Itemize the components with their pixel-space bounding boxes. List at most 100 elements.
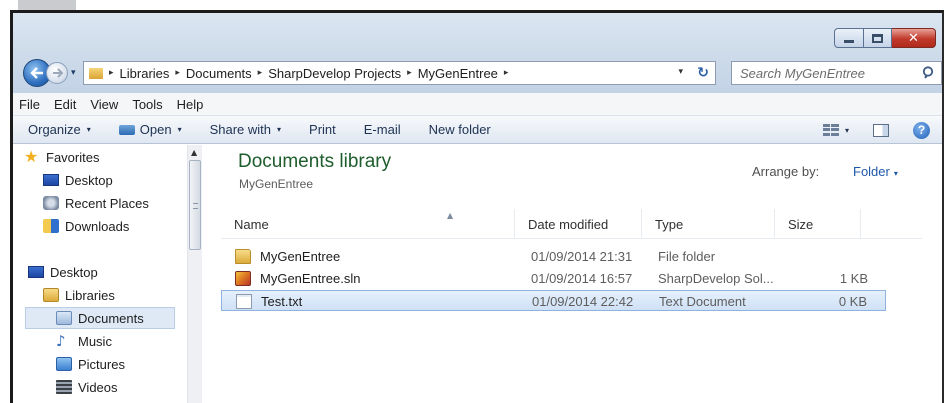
menu-help[interactable]: Help [170, 97, 211, 112]
file-row-selected[interactable]: Test.txt 01/09/2014 22:42 Text Document … [221, 290, 886, 311]
file-date: 01/09/2014 16:57 [531, 271, 633, 286]
desktop-icon [28, 266, 44, 278]
file-type: File folder [658, 249, 716, 264]
breadcrumb-separator[interactable]: ▸ [504, 68, 509, 78]
nav-item-libraries[interactable]: Libraries [43, 284, 115, 306]
folder-icon [235, 249, 251, 264]
maximize-button[interactable] [864, 28, 892, 48]
nav-item-desktop-favorite[interactable]: Desktop [43, 169, 113, 191]
nav-item-recent-places[interactable]: Recent Places [43, 192, 149, 214]
chevron-down-icon: ▾ [277, 125, 282, 134]
nav-label: Libraries [65, 287, 115, 303]
breadcrumb-separator[interactable]: ▸ [109, 68, 114, 78]
column-header-date[interactable]: Date modified [515, 209, 642, 239]
nav-item-favorites[interactable]: ★ Favorites [24, 146, 99, 168]
file-row[interactable]: MyGenEntree 01/09/2014 21:31 File folder [221, 246, 886, 267]
print-button[interactable]: Print [295, 122, 350, 137]
organize-label: Organize [28, 122, 81, 137]
libraries-icon [43, 288, 59, 302]
arrange-by-dropdown[interactable]: Folder ▾ [853, 164, 898, 179]
close-button[interactable]: ✕ [892, 28, 936, 48]
close-icon: ✕ [908, 30, 919, 46]
menu-view[interactable]: View [83, 97, 125, 112]
nav-label: Videos [78, 379, 118, 395]
videos-icon [56, 380, 72, 394]
email-label: E-mail [363, 122, 401, 137]
search-box[interactable]: Search MyGenEntree [731, 61, 942, 85]
scrollbar-thumb[interactable] [189, 160, 201, 250]
chevron-down-icon: ▾ [177, 125, 182, 134]
preview-pane-icon[interactable] [873, 123, 889, 137]
column-date-label: Date modified [528, 216, 609, 232]
navigation-pane: ★ Favorites Desktop Recent Places Downloa… [13, 145, 202, 403]
new-folder-label: New folder [428, 122, 491, 137]
column-name-label: Name [234, 216, 269, 232]
breadcrumb-separator[interactable]: ▸ [407, 68, 412, 78]
nav-item-music[interactable]: ♪ Music [56, 330, 112, 352]
search-icon[interactable] [921, 65, 937, 81]
breadcrumb-libraries[interactable]: Libraries [120, 66, 170, 81]
solution-file-icon [235, 271, 251, 286]
organize-button[interactable]: Organize ▾ [13, 122, 105, 137]
share-with-button[interactable]: Share with ▾ [196, 122, 295, 137]
nav-item-documents[interactable]: Documents [25, 307, 175, 329]
open-button[interactable]: Open ▾ [105, 122, 196, 137]
navigation-scrollbar[interactable]: ▲ [187, 145, 202, 403]
downloads-icon [43, 219, 59, 233]
forward-button[interactable] [46, 62, 68, 84]
scroll-up-icon[interactable]: ▲ [191, 148, 197, 157]
nav-item-videos[interactable]: Videos [56, 376, 118, 398]
explorer-window: ✕ ▾ ▸ Libraries ▸ Documents ▸ SharpDevel… [10, 10, 944, 403]
help-icon[interactable]: ? [913, 121, 930, 139]
column-type-label: Type [655, 216, 684, 232]
music-icon: ♪ [56, 332, 66, 350]
file-size: 0 KB [838, 294, 867, 309]
refresh-icon[interactable]: ↻ [697, 64, 709, 81]
new-folder-button[interactable]: New folder [415, 122, 505, 137]
file-date: 01/09/2014 21:31 [531, 249, 633, 264]
file-type: Text Document [659, 294, 746, 309]
change-view-icon[interactable] [822, 124, 839, 136]
menu-tools[interactable]: Tools [125, 97, 169, 112]
minimize-button[interactable] [834, 28, 864, 48]
menu-edit[interactable]: Edit [47, 97, 83, 112]
breadcrumb-separator[interactable]: ▸ [258, 68, 263, 78]
nav-label: Music [78, 333, 112, 349]
nav-item-downloads[interactable]: Downloads [43, 215, 129, 237]
recent-pages-dropdown[interactable]: ▾ [71, 68, 76, 78]
menu-file[interactable]: File [13, 97, 47, 112]
email-button[interactable]: E-mail [350, 122, 415, 137]
breadcrumb-mygenentree[interactable]: MyGenEntree [418, 66, 498, 81]
maximize-icon [872, 33, 883, 43]
file-name: Test.txt [261, 294, 303, 309]
caption-buttons: ✕ [834, 28, 936, 49]
view-options-chevron-icon[interactable]: ▾ [845, 126, 849, 135]
nav-label: Desktop [65, 172, 113, 188]
background-tab [18, 0, 76, 10]
search-placeholder[interactable]: Search MyGenEntree [740, 66, 865, 81]
column-header-type[interactable]: Type [642, 209, 775, 239]
column-header-row: Name ▲ Date modified Type Size [221, 209, 922, 239]
arrange-by-label: Arrange by: [752, 164, 820, 179]
open-label: Open [139, 122, 172, 137]
breadcrumb-documents[interactable]: Documents [186, 66, 252, 81]
nav-item-desktop[interactable]: Desktop [28, 261, 98, 283]
sort-ascending-icon: ▲ [447, 211, 454, 220]
file-size: 1 KB [839, 271, 868, 286]
library-subtitle: MyGenEntree [239, 177, 314, 191]
open-icon [118, 124, 135, 135]
breadcrumb-separator[interactable]: ▸ [175, 68, 180, 78]
column-header-name[interactable]: Name [221, 209, 515, 239]
navigation-row: ▾ ▸ Libraries ▸ Documents ▸ SharpDevelop… [23, 59, 942, 87]
address-bar[interactable]: ▸ Libraries ▸ Documents ▸ SharpDevelop P… [83, 61, 716, 85]
star-icon: ★ [24, 147, 39, 166]
file-type: SharpDevelop Sol... [658, 271, 774, 286]
breadcrumb-sharpdevelop-projects[interactable]: SharpDevelop Projects [268, 66, 401, 81]
nav-item-pictures[interactable]: Pictures [56, 353, 125, 375]
share-with-label: Share with [209, 122, 272, 137]
folder-icon [89, 67, 103, 79]
address-history-dropdown[interactable]: ▾ [678, 67, 683, 77]
file-row[interactable]: MyGenEntree.sln 01/09/2014 16:57 SharpDe… [221, 268, 886, 289]
nav-label: Desktop [50, 264, 98, 280]
column-header-size[interactable]: Size [775, 209, 861, 239]
